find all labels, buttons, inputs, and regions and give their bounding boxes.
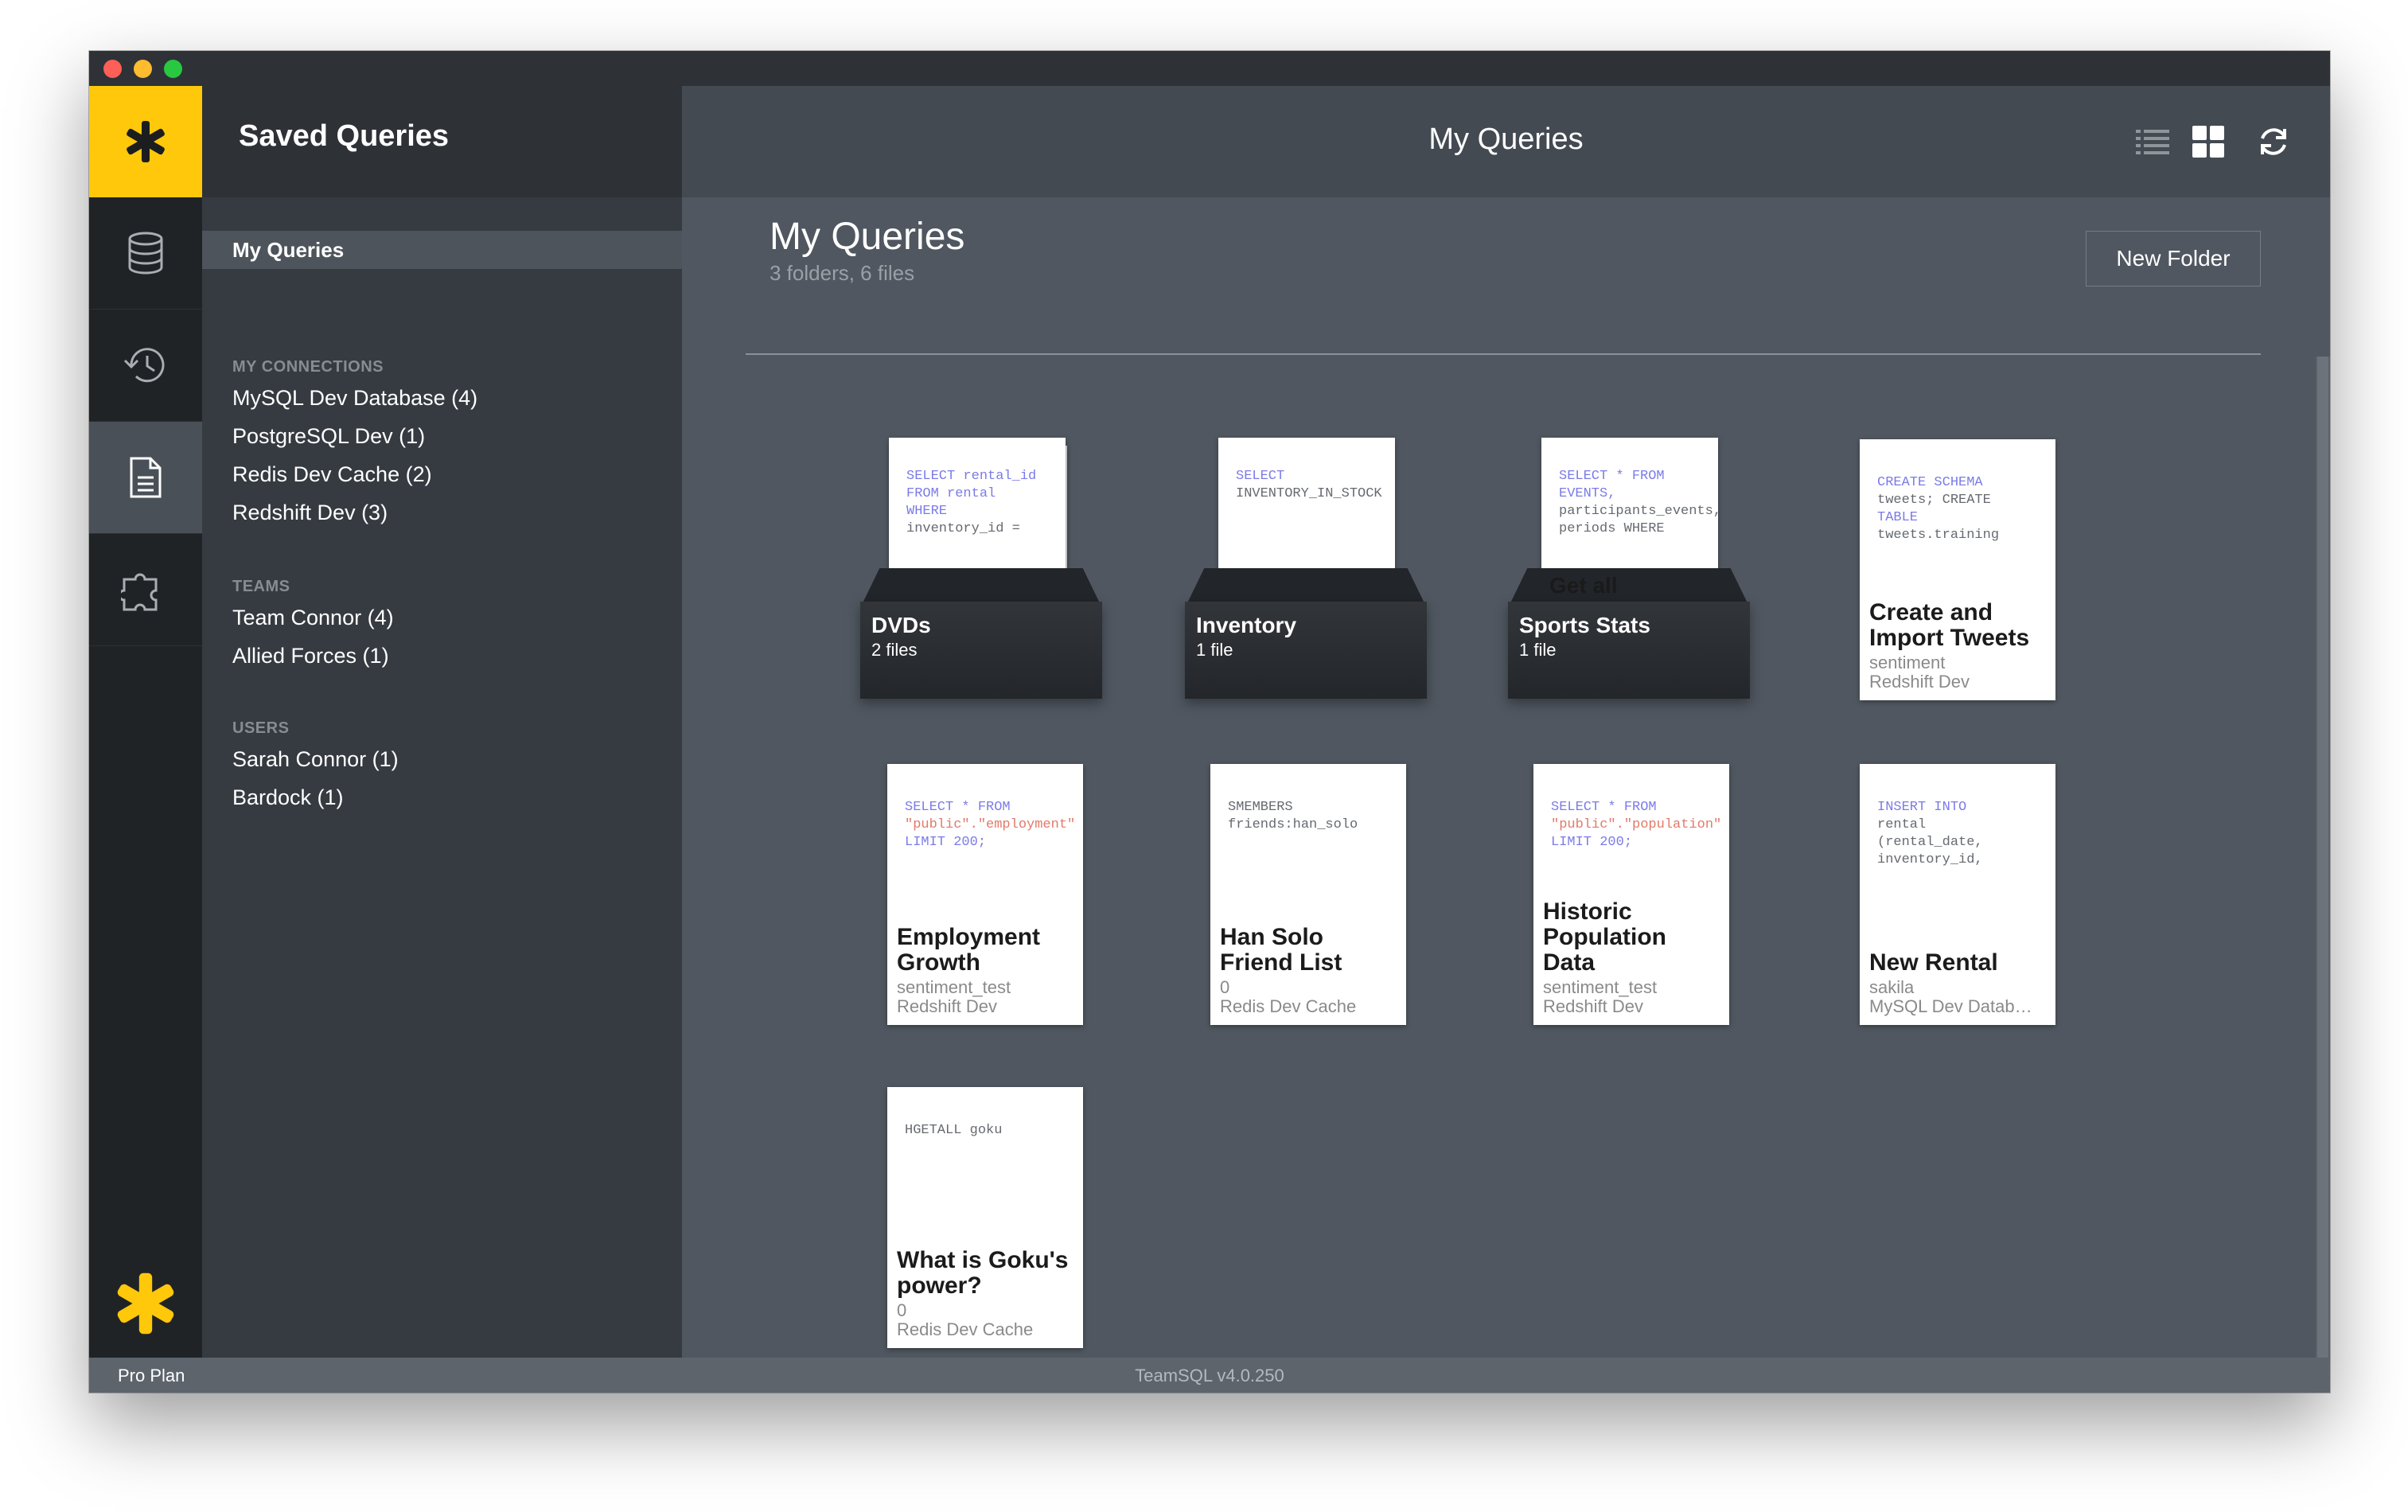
minimize-window-button[interactable] [134, 60, 152, 78]
history-icon [123, 348, 165, 383]
folder-tray: Sports Stats 1 file [1508, 602, 1750, 699]
file-connection: Redshift Dev [1543, 996, 1643, 1016]
saved-queries-sidebar: Saved Queries My Queries MY CONNECTIONS … [202, 86, 682, 1358]
asterisk-logo-icon [127, 121, 165, 162]
file-connection: Redis Dev Cache [1220, 996, 1357, 1016]
nav-rail [89, 86, 202, 1358]
file-card-create-and-import-tweets[interactable]: CREATE SCHEMA tweets; CREATE TABLE tweet… [1860, 439, 2055, 700]
file-database: sentiment_test [1543, 977, 1658, 997]
sidebar-header: Saved Queries [202, 86, 682, 197]
query-preview: CREATE SCHEMA tweets; CREATE TABLE tweet… [1877, 475, 2000, 543]
section-users: USERS [232, 719, 290, 737]
sidebar-title: Saved Queries [239, 119, 450, 153]
rail-item-plugins[interactable] [89, 534, 202, 646]
app-version: TeamSQL v4.0.250 [1135, 1366, 1284, 1385]
rail-item-history[interactable] [89, 310, 202, 422]
file-card-han-solo-friend-list[interactable]: SMEMBERS friends:han_solo Han Solo Frien… [1210, 764, 1406, 1025]
file-connection: Redshift Dev [1869, 672, 1970, 692]
sidebar-item-redshift-dev[interactable]: Redshift Dev (3) [232, 501, 388, 525]
scrollbar-thumb[interactable] [2317, 357, 2328, 1388]
file-name: Create and Import Tweets [1869, 599, 2030, 651]
document-icon [130, 457, 162, 498]
query-preview: SMEMBERS friends:han_solo [1228, 800, 1358, 832]
sidebar-item-postgresql-dev[interactable]: PostgreSQL Dev (1) [232, 424, 425, 449]
new-folder-button[interactable]: New Folder [2086, 231, 2261, 286]
file-name: New Rental [1869, 949, 1998, 976]
teamsql-logo [89, 1256, 202, 1351]
sidebar-item-sarah-connor[interactable]: Sarah Connor (1) [232, 747, 399, 772]
app-window: Saved Queries My Queries MY CONNECTIONS … [89, 51, 2330, 1393]
file-name: Historic Population Data [1543, 898, 1666, 976]
file-card-new-rental[interactable]: INSERT INTO rental (rental_date, invento… [1860, 764, 2055, 1025]
folder-paper-peek-title: Get all [1549, 573, 1618, 598]
page-title: My Queries [770, 216, 965, 258]
file-name: Han Solo Friend List [1220, 924, 1342, 976]
file-card-employment-growth[interactable]: SELECT * FROM "public"."employment" LIMI… [887, 764, 1083, 1025]
query-preview: SELECT rental_id FROM rental WHERE inven… [906, 469, 1037, 536]
query-preview: HGETALL goku [905, 1123, 1003, 1138]
title-bar [89, 51, 2330, 86]
file-connection: MySQL Dev Datab… [1869, 996, 2032, 1016]
query-preview: SELECT * FROM EVENTS, participants_event… [1559, 469, 1718, 536]
file-name: Employment Growth [897, 924, 1041, 976]
section-my-connections: MY CONNECTIONS [232, 358, 384, 376]
close-window-button[interactable] [103, 60, 122, 78]
file-database: sentiment [1869, 653, 1946, 672]
list-view-icon [2136, 130, 2169, 154]
refresh-icon [2261, 128, 2286, 155]
file-database: sentiment_test [897, 977, 1011, 997]
file-card-what-is-gokus-power[interactable]: HGETALL goku What is Goku's power? 0 Red… [887, 1087, 1083, 1348]
folder-name: DVDs [871, 613, 931, 637]
asterisk-logo-icon [117, 1272, 174, 1335]
list-view-button[interactable] [2133, 123, 2172, 161]
header-divider [746, 353, 2261, 355]
puzzle-icon [121, 573, 158, 611]
refresh-button[interactable] [2254, 123, 2293, 161]
folder-file-count: 2 files [871, 640, 918, 660]
file-name: What is Goku's power? [897, 1247, 1069, 1299]
folder-file-count: 1 file [1196, 640, 1233, 660]
sidebar-item-mysql-dev-database[interactable]: MySQL Dev Database (4) [232, 386, 477, 411]
status-bar: TeamSQL v4.0.250 Pro Plan [89, 1358, 2330, 1393]
query-preview: SELECT INVENTORY_IN_STOCK [1236, 469, 1382, 501]
file-database: 0 [1220, 977, 1230, 997]
sidebar-item-team-connor[interactable]: Team Connor (4) [232, 606, 394, 630]
folder-dvds[interactable]: SELECT rental_id FROM rental WHERE inven… [860, 438, 1102, 699]
folder-tray: DVDs 2 files [860, 602, 1102, 699]
zoom-window-button[interactable] [164, 60, 182, 78]
file-database: 0 [897, 1300, 907, 1320]
file-connection: Redis Dev Cache [897, 1319, 1034, 1339]
header-title: My Queries [1428, 123, 1584, 156]
main-header: My Queries [682, 86, 2330, 197]
rail-item-connections[interactable] [89, 197, 202, 310]
section-teams: TEAMS [232, 578, 290, 595]
sidebar-item-my-queries[interactable]: My Queries [202, 231, 682, 269]
file-database: sakila [1869, 977, 1915, 997]
folder-name: Inventory [1196, 613, 1297, 637]
rail-item-saved-queries[interactable] [89, 422, 202, 534]
sidebar-item-allied-forces[interactable]: Allied Forces (1) [232, 644, 389, 668]
query-preview: INSERT INTO rental (rental_date, invento… [1877, 800, 1983, 867]
sidebar-item-label: My Queries [232, 238, 345, 262]
folder-file-count: 1 file [1519, 640, 1557, 660]
database-icon [128, 232, 163, 275]
plan-label[interactable]: Pro Plan [118, 1366, 185, 1386]
sidebar-item-bardock[interactable]: Bardock (1) [232, 785, 344, 810]
folder-name: Sports Stats [1519, 613, 1650, 637]
folder-tray: Inventory 1 file [1185, 602, 1427, 699]
sidebar-item-redis-dev-cache[interactable]: Redis Dev Cache (2) [232, 462, 432, 487]
query-preview: SELECT * FROM "public"."employment" LIMI… [905, 800, 1076, 850]
app-logo[interactable] [89, 86, 202, 197]
page-subtitle: 3 folders, 6 files [770, 261, 915, 285]
folder-inventory[interactable]: SELECT INVENTORY_IN_STOCK Inventory 1 fi… [1185, 438, 1427, 699]
grid-view-icon [2192, 126, 2224, 158]
grid-view-button[interactable] [2189, 123, 2227, 161]
file-card-historic-population-data[interactable]: SELECT * FROM "public"."population" LIMI… [1533, 764, 1729, 1025]
main-content: My Queries My Queries 3 folders, 6 files… [682, 86, 2330, 1391]
file-connection: Redshift Dev [897, 996, 997, 1016]
folder-sports-stats[interactable]: SELECT * FROM EVENTS, participants_event… [1508, 438, 1750, 699]
query-preview: SELECT * FROM "public"."population" LIMI… [1551, 800, 1722, 850]
